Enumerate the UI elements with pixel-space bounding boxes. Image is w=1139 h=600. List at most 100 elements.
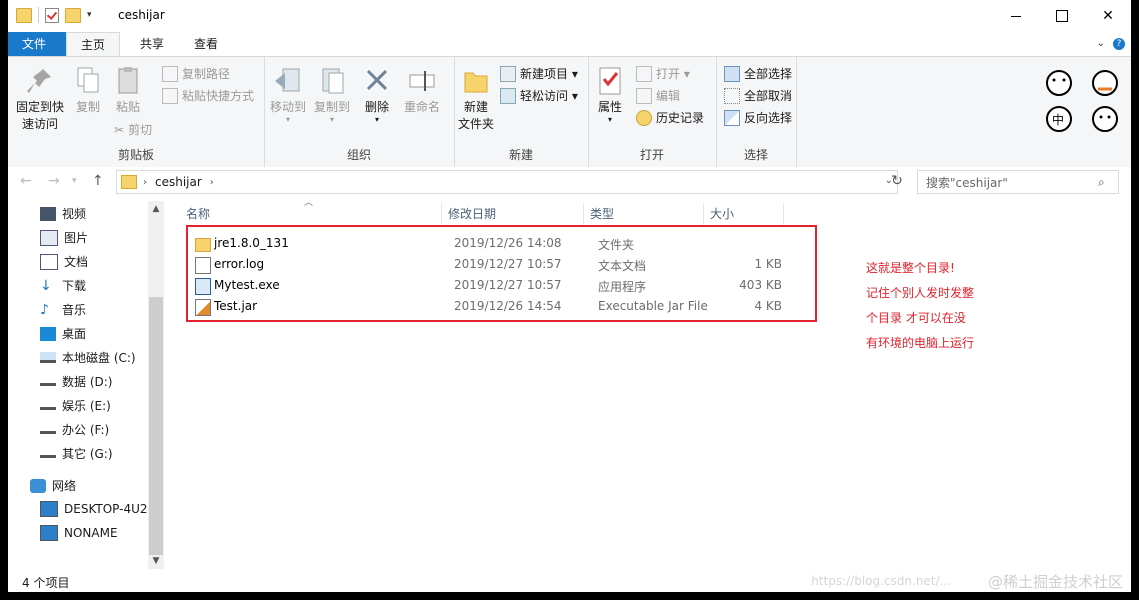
sidebar-item-drive-g[interactable]: 其它 (G:) [40, 445, 113, 462]
refresh-icon[interactable]: ↻ [888, 173, 906, 191]
sidebar-item-drive-c[interactable]: 本地磁盘 (C:) [40, 349, 136, 366]
sidebar-item-videos[interactable]: 视频 [40, 205, 86, 222]
sidebar-item-label: 本地磁盘 (C:) [62, 351, 136, 365]
properties-label: 属性 [597, 100, 622, 114]
copy-path-button[interactable]: 复制路径 [162, 65, 230, 82]
drive-icon [40, 401, 56, 410]
forward-icon[interactable]: → [48, 173, 60, 189]
tab-file[interactable]: 文件 [8, 32, 66, 56]
breadcrumb-separator-icon[interactable]: › [143, 177, 147, 188]
cut-button[interactable]: ✂ 剪切 [114, 121, 152, 138]
highlight-box [186, 225, 817, 322]
computer-icon [40, 525, 58, 541]
invert-selection-button[interactable]: 反向选择 [724, 109, 792, 126]
sidebar-item-desktop[interactable]: 桌面 [40, 325, 86, 342]
search-icon[interactable]: ⌕ [1098, 175, 1118, 190]
delete-button[interactable]: 删除 ▾ [362, 65, 392, 124]
sidebar-item-pictures[interactable]: 图片 [40, 229, 88, 246]
column-header-size[interactable]: 大小 [704, 203, 784, 225]
new-folder-icon [464, 72, 488, 93]
breadcrumb-current[interactable]: ceshijar [155, 175, 202, 189]
folder-icon [121, 175, 137, 189]
network-icon [30, 478, 46, 493]
tab-share[interactable]: 共享 [126, 32, 178, 56]
ribbon-tabs: 文件 主页 共享 查看 ⌄ ? [8, 32, 1131, 58]
sidebar-item-documents[interactable]: 文档 [40, 253, 88, 270]
sidebar-item-label: NONAME [64, 526, 118, 540]
organize-group: 移动到 ▾ 复制到 ▾ 删除 ▾ 重命名 组织 [264, 57, 455, 167]
navigation-pane: 视频 图片 文档 ↓ 下载 ♪ 音乐 桌面 本地磁盘 (C:) 数据 (D:) 娱乐… [8, 197, 166, 569]
sidebar-item-drive-e[interactable]: 娱乐 (E:) [40, 397, 111, 414]
copy-label: 复制 [75, 100, 100, 114]
explorer-window: ▾ ceshijar ✕ 文件 主页 共享 查看 ⌄ ? 固定到快 速访问 复制 [8, 0, 1131, 592]
scroll-up-icon[interactable]: ▲ [148, 201, 164, 217]
open-button[interactable]: 打开 ▾ [636, 65, 690, 82]
watermark: @稀土掘金技术社区 [987, 573, 1123, 591]
drive-icon [40, 377, 56, 386]
new-folder-icon[interactable] [65, 7, 81, 23]
breadcrumb-separator-icon[interactable]: › [210, 177, 214, 188]
help-icon[interactable]: ? [1113, 38, 1125, 50]
sidebar-item-network[interactable]: 网络 [30, 477, 76, 494]
dropdown-arrow-icon: ▾ [285, 115, 290, 124]
sidebar-item-label: 文档 [64, 255, 89, 269]
address-bar[interactable]: › ceshijar › ⌄ [116, 170, 898, 194]
select-none-button[interactable]: 全部取消 [724, 87, 792, 104]
collapse-ribbon-icon[interactable]: ⌄ [1097, 38, 1105, 50]
open-group: 属性 ▾ 打开 ▾ 编辑 历史记录 打开 [588, 57, 717, 167]
up-icon[interactable]: ↑ [92, 173, 104, 189]
group-label-new: 新建 [508, 148, 533, 162]
search-input[interactable]: 搜索"ceshijar" ⌕ [917, 170, 1119, 194]
easy-access-button[interactable]: 轻松访问 ▾ [500, 87, 578, 104]
column-header-type[interactable]: 类型 [584, 203, 704, 225]
rename-button[interactable]: 重命名 [402, 65, 442, 116]
properties-icon[interactable] [45, 7, 59, 23]
scroll-down-icon[interactable]: ▼ [148, 553, 164, 569]
paste-shortcut-button[interactable]: 粘贴快捷方式 [162, 87, 254, 104]
paste-button[interactable]: 粘贴 [110, 65, 146, 116]
column-header-date[interactable]: 修改日期 [442, 203, 584, 225]
new-folder-label: 新建 文件夹 [457, 100, 494, 131]
item-count: 4 个项目 [22, 576, 70, 590]
properties-button[interactable]: 属性 ▾ [592, 65, 628, 124]
column-header-name[interactable]: 名称 [180, 203, 442, 225]
new-folder-button[interactable]: 新建 文件夹 [456, 65, 496, 133]
drive-icon [40, 352, 56, 363]
close-button[interactable]: ✕ [1085, 0, 1131, 32]
customize-toolbar-icon[interactable]: ▾ [87, 10, 92, 20]
rename-label: 重命名 [403, 100, 440, 114]
select-all-button[interactable]: 全部选择 [724, 65, 792, 82]
scroll-thumb[interactable] [149, 297, 163, 555]
maximize-button[interactable] [1039, 0, 1085, 32]
sidebar-item-music[interactable]: ♪ 音乐 [40, 301, 86, 318]
sidebar-item-drive-f[interactable]: 办公 (F:) [40, 421, 109, 438]
recent-locations-icon[interactable]: ▾ [72, 176, 77, 186]
minimize-button[interactable] [993, 0, 1039, 32]
search-placeholder: 搜索"ceshijar" [926, 175, 1008, 190]
documents-icon [40, 253, 58, 270]
watermark-url: https://blog.csdn.net/... [811, 574, 951, 588]
new-item-button[interactable]: 新建项目 ▾ [500, 65, 578, 82]
sidebar-item-downloads[interactable]: ↓ 下载 [40, 277, 86, 294]
move-to-icon [275, 68, 300, 92]
pin-quick-access-button[interactable]: 固定到快 速访问 [14, 65, 66, 133]
edit-button[interactable]: 编辑 [636, 87, 680, 104]
copy-to-button[interactable]: 复制到 ▾ [312, 65, 352, 124]
copy-to-icon [322, 68, 344, 94]
history-button[interactable]: 历史记录 [636, 109, 704, 126]
tab-home[interactable]: 主页 [66, 32, 121, 58]
select-none-icon [724, 87, 740, 104]
sidebar-item-desktop-pc[interactable]: DESKTOP-4U2N [40, 501, 156, 517]
copy-button[interactable]: 复制 [70, 65, 106, 116]
sidebar-item-drive-d[interactable]: 数据 (D:) [40, 373, 112, 390]
back-icon[interactable]: ← [20, 173, 32, 189]
nav-scrollbar[interactable]: ▲ ▼ [148, 201, 164, 569]
cartoon-sticker-icon: 中 [1046, 70, 1072, 132]
computer-icon [40, 501, 58, 517]
move-to-button[interactable]: 移动到 ▾ [268, 65, 308, 124]
select-group: 全部选择 全部取消 反向选择 选择 [716, 57, 797, 167]
select-all-icon [724, 65, 740, 82]
sidebar-item-noname[interactable]: NONAME [40, 525, 118, 541]
tab-view[interactable]: 查看 [180, 32, 232, 56]
annotation-line: 有环境的电脑上运行 [866, 336, 975, 350]
